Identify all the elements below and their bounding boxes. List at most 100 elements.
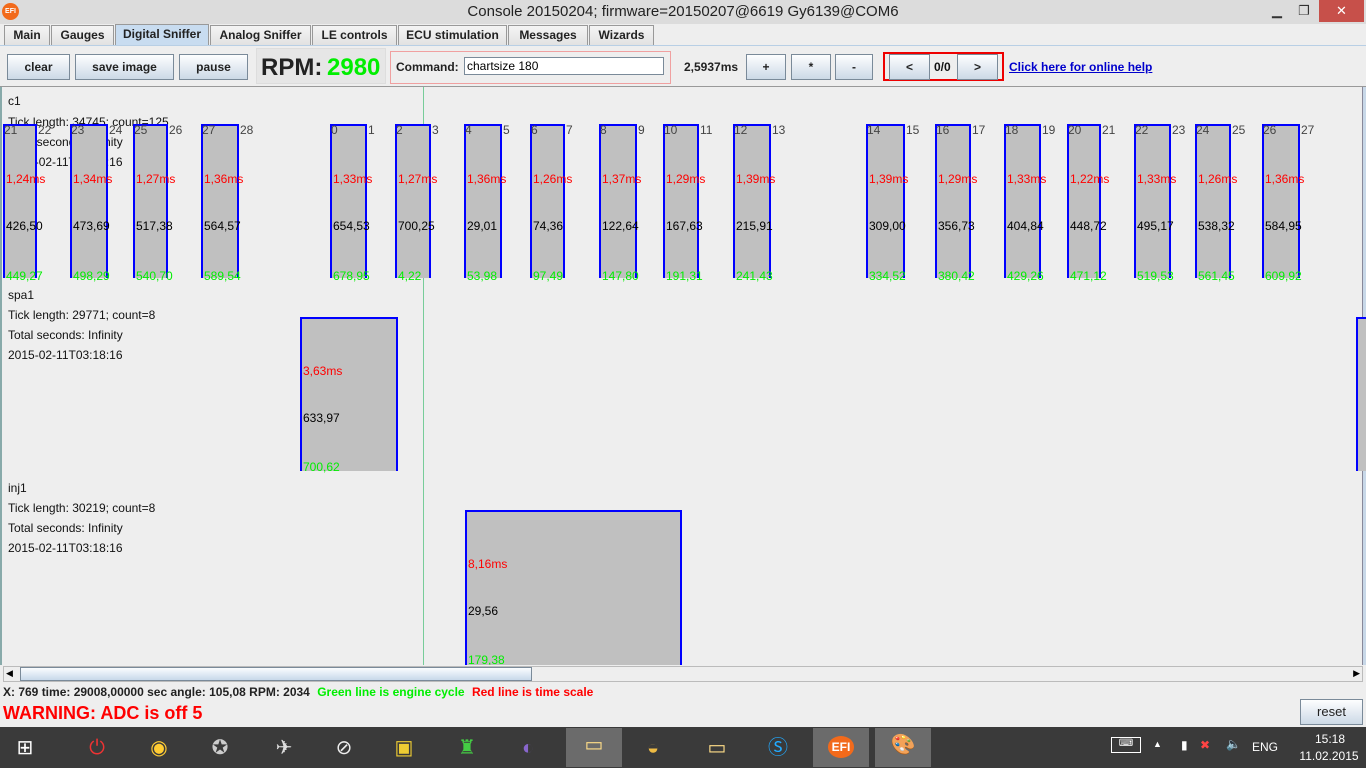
pulse-end-angle-label: 498,29 [73, 269, 110, 283]
next-button[interactable]: > [957, 54, 998, 80]
pulse-angle-label: 74,36 [533, 219, 564, 233]
pulse-bar [133, 124, 168, 278]
channel-tick-length: Tick length: 30219; count=8 [8, 501, 156, 515]
pulse-angle-label: 517,38 [136, 219, 173, 233]
tooth-end-label: 13 [772, 123, 786, 137]
pulse-angle-label: 215,91 [736, 219, 773, 233]
pulse-duration-label: 1,36ms [467, 172, 507, 186]
reset-button[interactable]: reset [1300, 699, 1363, 725]
clear-button[interactable]: clear [7, 54, 70, 80]
tooth-start-label: 8 [600, 123, 607, 137]
pulse-duration-label: 1,36ms [1265, 172, 1305, 186]
pulse-duration-label: 1,39ms [736, 172, 776, 186]
show-hidden-icons-icon[interactable]: ▲ [1153, 739, 1162, 749]
pulse-duration-label: 1,36ms [204, 172, 244, 186]
tooth-start-label: 27 [202, 123, 216, 137]
file-explorer-icon[interactable]: ▭ [566, 728, 622, 767]
tooth-end-label: 27 [1301, 123, 1315, 137]
tooth-start-label: 12 [734, 123, 748, 137]
tooth-end-label: 1 [368, 123, 375, 137]
power-app-icon[interactable]: ⏻ [74, 731, 120, 765]
channel-total-seconds: Total seconds: Infinity [8, 521, 123, 535]
aircraft-icon[interactable]: ✈ [261, 731, 307, 765]
pulse-bar [3, 124, 37, 278]
network-disconnected-icon[interactable]: ✖ [1200, 738, 1210, 752]
scroll-left-arrow-icon[interactable]: ◀ [6, 668, 13, 679]
save-image-button[interactable]: save image [75, 54, 174, 80]
tooth-start-label: 4 [465, 123, 472, 137]
tooth-end-label: 28 [240, 123, 254, 137]
compass-icon[interactable]: ⊘ [321, 731, 367, 765]
tab-messages[interactable]: Messages [508, 25, 588, 45]
pulse-angle-label: 309,00 [869, 219, 906, 233]
pulse-bar [1004, 124, 1041, 278]
horizontal-scrollbar[interactable]: ◀ ▶ [3, 666, 1363, 682]
pulse-duration-label: 3,63ms [303, 364, 343, 378]
channel-tick-length: Tick length: 29771; count=8 [8, 308, 156, 322]
pulse-bar [1356, 317, 1366, 471]
pulse-bar [530, 124, 565, 278]
file-explorer-2-icon[interactable]: ▭ [694, 731, 740, 765]
terminal-icon[interactable]: ▣ [381, 731, 427, 765]
tab-digital-sniffer[interactable]: Digital Sniffer [115, 24, 209, 45]
tooth-start-label: 0 [331, 123, 338, 137]
scrollbar-thumb[interactable] [20, 667, 532, 681]
language-indicator[interactable]: ENG [1252, 740, 1278, 754]
skype-icon[interactable]: Ⓢ [755, 731, 801, 765]
tooth-start-label: 21 [4, 123, 18, 137]
chrome-icon[interactable]: ◉ [136, 731, 182, 765]
minimize-button[interactable]: ▁ [1265, 0, 1289, 22]
tooth-end-label: 7 [566, 123, 573, 137]
warning-message: WARNING: ADC is off 5 [3, 703, 203, 723]
tooth-start-label: 26 [1263, 123, 1277, 137]
clock-time[interactable]: 15:18 [1306, 732, 1354, 746]
tab-ecu-stimulation[interactable]: ECU stimulation [398, 25, 507, 45]
tooth-start-label: 16 [936, 123, 950, 137]
pulse-end-angle-label: 519,53 [1137, 269, 1174, 283]
battery-icon[interactable]: ▮ [1181, 738, 1188, 752]
tab-le-controls[interactable]: LE controls [312, 25, 397, 45]
close-button[interactable]: ✕ [1319, 0, 1364, 22]
pulse-bar [395, 124, 431, 278]
tooth-end-label: 19 [1042, 123, 1056, 137]
world-of-tanks-icon[interactable]: ✪ [197, 731, 243, 765]
creeper-icon[interactable]: ♜ [444, 731, 490, 765]
time-scale-readout: 2,5937ms [684, 60, 739, 74]
pulse-duration-label: 1,27ms [398, 172, 438, 186]
keyboard-icon[interactable]: ⌨ [1111, 737, 1141, 753]
zoom-reset-button[interactable]: * [791, 54, 831, 80]
sniffer-chart-area[interactable]: c1 Tick length: 34745; count=125 Total s… [0, 87, 1366, 665]
tooth-end-label: 3 [432, 123, 439, 137]
bucket-icon[interactable]: ◒ [630, 731, 676, 765]
channel-total-seconds: Total seconds: Infinity [8, 328, 123, 342]
pulse-angle-label: 29,01 [467, 219, 498, 233]
tab-analog-sniffer[interactable]: Analog Sniffer [210, 25, 311, 45]
previous-button[interactable]: < [889, 54, 930, 80]
pulse-angle-label: 473,69 [73, 219, 110, 233]
page-indicator: 0/0 [934, 60, 951, 74]
zoom-out-button[interactable]: - [835, 54, 873, 80]
windows-start-icon[interactable]: ⊞ [2, 731, 48, 765]
scroll-right-arrow-icon[interactable]: ▶ [1353, 668, 1360, 679]
clock-date[interactable]: 11.02.2015 [1294, 749, 1364, 763]
maximize-button[interactable]: ❐ [1292, 0, 1316, 22]
eclipse-icon[interactable]: ◐ [505, 731, 551, 765]
pulse-angle-label: 122,64 [602, 219, 639, 233]
pause-button[interactable]: pause [179, 54, 248, 80]
tab-wizards[interactable]: Wizards [589, 25, 654, 45]
pulse-angle-label: 426,50 [6, 219, 43, 233]
volume-icon[interactable]: 🔈 [1226, 737, 1241, 751]
paint-icon[interactable]: 🎨 [875, 728, 931, 767]
command-input[interactable] [464, 57, 664, 75]
pulse-end-angle-label: 4,22 [398, 269, 422, 283]
online-help-link[interactable]: Click here for online help [1009, 60, 1152, 74]
tab-main[interactable]: Main [4, 25, 50, 45]
tooth-end-label: 9 [638, 123, 645, 137]
pulse-angle-label: 700,25 [398, 219, 435, 233]
tab-gauges[interactable]: Gauges [51, 25, 114, 45]
efi-console-taskbar-button[interactable]: EFI [813, 728, 869, 767]
efi-icon: EFI [827, 736, 855, 758]
command-label: Command: [396, 60, 459, 74]
pulse-angle-label: 356,73 [938, 219, 975, 233]
zoom-in-button[interactable]: + [746, 54, 786, 80]
